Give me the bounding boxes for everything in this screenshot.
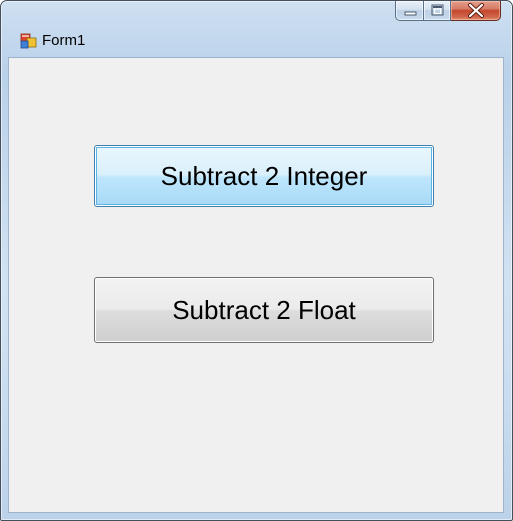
minimize-button[interactable] bbox=[395, 1, 424, 21]
subtract-float-button[interactable]: Subtract 2 Float bbox=[94, 277, 434, 343]
form1-window: Form1 Subtract 2 Integer Subtract 2 Floa… bbox=[0, 0, 513, 521]
maximize-button[interactable] bbox=[424, 1, 451, 21]
form-client-area: Subtract 2 Integer Subtract 2 Float bbox=[8, 57, 504, 513]
maximize-icon bbox=[431, 4, 444, 16]
close-icon bbox=[468, 3, 484, 18]
close-button[interactable] bbox=[451, 1, 501, 21]
subtract-integer-button[interactable]: Subtract 2 Integer bbox=[94, 145, 434, 207]
window-title: Form1 bbox=[42, 32, 86, 49]
minimize-icon bbox=[404, 11, 417, 16]
caption-buttons bbox=[395, 1, 501, 21]
form-app-icon[interactable] bbox=[20, 32, 37, 49]
title-bar[interactable]: Form1 bbox=[1, 1, 512, 57]
